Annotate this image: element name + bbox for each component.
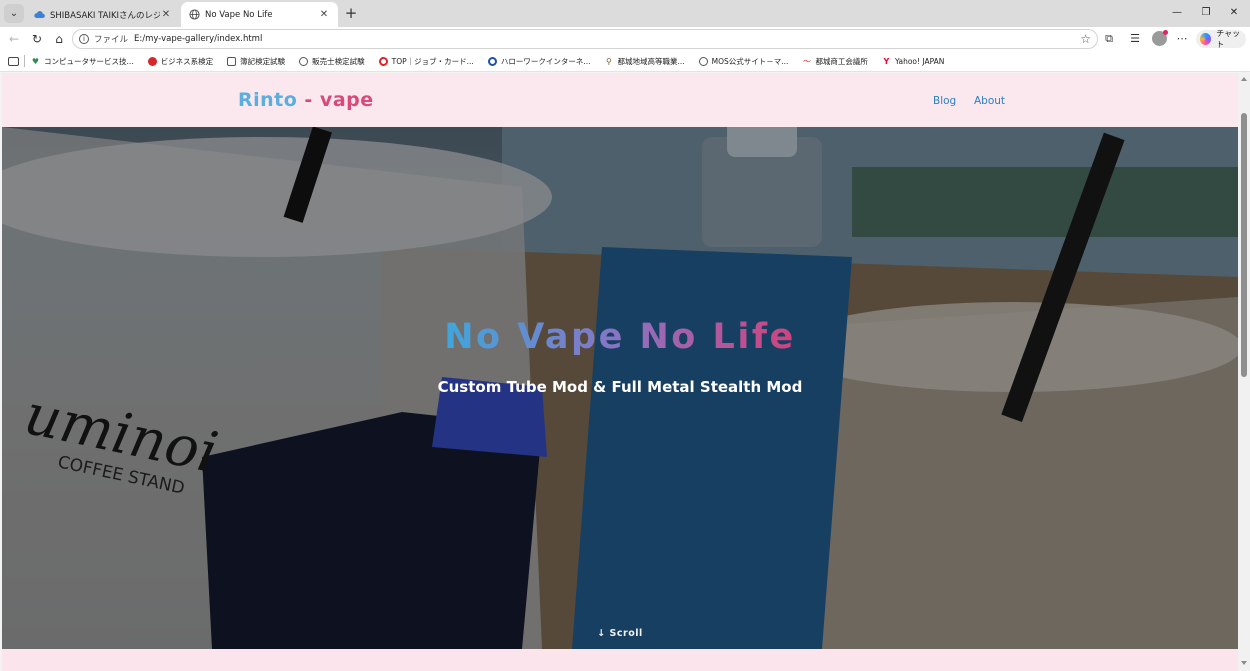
site-header: Rinto - vape Blog About <box>2 73 1238 127</box>
window-close-icon[interactable]: ✕ <box>1227 6 1241 20</box>
address-scheme-label: ファイル <box>94 35 129 45</box>
red-logo-icon <box>147 56 157 66</box>
pin-icon: ⚲ <box>606 56 612 66</box>
bookmark-mos-official[interactable]: MOS公式サイト－マ... <box>698 56 788 67</box>
bookmark-job-card[interactable]: TOP｜ジョブ・カード... <box>378 56 474 67</box>
site-logo[interactable]: Rinto - vape <box>238 89 374 111</box>
bookmarks-separator <box>24 55 25 67</box>
close-icon[interactable]: ✕ <box>318 9 330 21</box>
scroll-indicator[interactable]: ↓ Scroll <box>2 628 1238 639</box>
hellowork-icon <box>378 56 388 66</box>
bookmarks-bar: ♥ コンピュータサービス技... ビジネス系検定 簿記検定試験 販売士検定試験 … <box>0 51 1250 72</box>
tab-shibasaki-resume[interactable]: SHIBASAKI TAIKIさんのレジュメ | RES ✕ <box>26 2 180 27</box>
page-scrollbar[interactable] <box>1238 73 1250 671</box>
info-icon[interactable]: i <box>79 34 89 44</box>
refresh-icon[interactable]: ↻ <box>29 31 45 47</box>
bookmark-miyakonojo-chamber[interactable]: 〜 都城商工会議所 <box>802 56 868 67</box>
bookmark-business-kentei[interactable]: ビジネス系検定 <box>147 56 213 67</box>
tab-no-vape-no-life[interactable]: No Vape No Life ✕ <box>181 2 338 27</box>
page-viewport: Rinto - vape Blog About uminoi COFFEE ST… <box>2 73 1238 671</box>
more-menu-icon[interactable]: ⋯ <box>1174 31 1190 47</box>
address-url[interactable]: E:/my-vape-gallery/index.html <box>134 34 262 44</box>
globe-icon <box>189 9 200 20</box>
tab-actions-chevron-icon[interactable]: ⌄ <box>4 4 24 23</box>
back-arrow-icon[interactable]: ← <box>6 31 22 47</box>
browser-toolbar: ← ↻ ⌂ i ファイル E:/my-vape-gallery/index.ht… <box>0 27 1250 51</box>
heart-icon: ♥ <box>31 56 40 66</box>
hero-section: uminoi COFFEE STAND No Vape No Life Cust… <box>2 127 1238 649</box>
close-icon[interactable]: ✕ <box>160 9 172 21</box>
address-bar[interactable]: i ファイル E:/my-vape-gallery/index.html ☆ <box>72 29 1098 49</box>
hero-subtitle: Custom Tube Mod & Full Metal Stealth Mod <box>437 378 803 396</box>
reading-list-icon[interactable] <box>8 56 19 66</box>
restore-icon[interactable]: ❐ <box>1199 6 1213 20</box>
bookmark-miyakonojo-polytech[interactable]: ⚲ 都城地域高等職業... <box>604 56 685 67</box>
copilot-logo-icon <box>1200 33 1212 45</box>
yahoo-icon: Y <box>883 56 890 66</box>
grid-icon <box>227 56 237 66</box>
hellowork-icon <box>487 56 497 66</box>
new-tab-plus-icon[interactable]: + <box>343 6 359 22</box>
bookmark-yahoo-japan[interactable]: Y Yahoo! JAPAN <box>882 56 945 66</box>
favorite-star-icon[interactable]: ☆ <box>1080 32 1091 46</box>
swoosh-icon: 〜 <box>802 56 811 66</box>
copilot-chat-label: チャット <box>1216 29 1241 49</box>
hero-title: No Vape No Life <box>444 317 796 357</box>
tab-strip: ⌄ SHIBASAKI TAIKIさんのレジュメ | RES ✕ No Vape… <box>0 0 1250 27</box>
home-icon[interactable]: ⌂ <box>51 31 67 47</box>
bookmark-boki-kentei[interactable]: 簿記検定試験 <box>227 56 285 67</box>
cloud-icon <box>34 9 45 20</box>
extensions-icon[interactable]: ⧉ <box>1101 31 1117 47</box>
bookmark-computer-service[interactable]: ♥ コンピュータサービス技... <box>31 56 134 67</box>
scroll-up-arrow-icon[interactable] <box>1241 77 1247 81</box>
minimize-icon[interactable]: — <box>1170 6 1184 20</box>
tab-title: SHIBASAKI TAIKIさんのレジュメ | RES <box>50 10 160 21</box>
logo-part-vape: - vape <box>297 89 374 111</box>
profile-avatar-icon[interactable] <box>1152 30 1168 46</box>
scroll-down-arrow-icon[interactable] <box>1241 661 1247 665</box>
favorites-icon[interactable]: ☰ <box>1127 31 1143 47</box>
globe-icon <box>698 56 708 66</box>
bookmark-hanbaishi-kentei[interactable]: 販売士検定試験 <box>299 56 365 67</box>
copilot-chat-button[interactable]: チャット <box>1196 29 1246 49</box>
next-section-strip <box>2 649 1238 671</box>
logo-part-rinto: Rinto <box>238 89 298 111</box>
globe-icon <box>299 56 309 66</box>
nav-link-blog[interactable]: Blog <box>933 95 956 107</box>
bookmark-hellowork[interactable]: ハローワークインターネ... <box>487 56 590 67</box>
nav-link-about[interactable]: About <box>974 95 1005 107</box>
tab-title: No Vape No Life <box>205 9 273 20</box>
scroll-thumb[interactable] <box>1241 113 1247 377</box>
